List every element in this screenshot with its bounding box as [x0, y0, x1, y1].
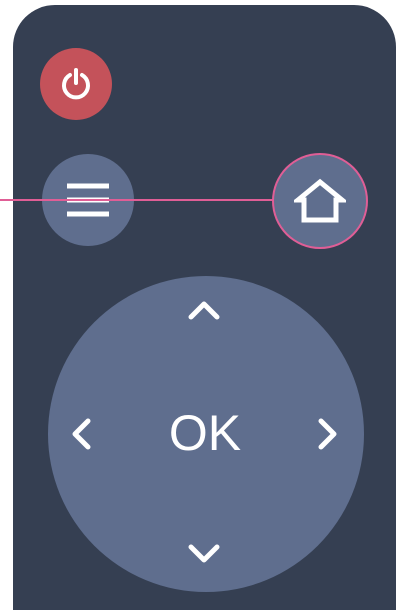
chevron-down-icon	[187, 543, 221, 565]
home-button[interactable]	[274, 155, 366, 247]
remote-control-illustration: OK	[0, 0, 396, 610]
home-callout-line	[0, 199, 276, 201]
right-button[interactable]	[302, 408, 354, 460]
ok-button[interactable]: OK	[158, 393, 252, 473]
power-icon	[59, 67, 93, 101]
home-icon	[294, 178, 346, 224]
chevron-up-icon	[187, 299, 221, 321]
chevron-right-icon	[317, 417, 339, 451]
ok-label: OK	[168, 405, 242, 461]
chevron-left-icon	[70, 417, 92, 451]
left-button[interactable]	[55, 408, 107, 460]
power-button[interactable]	[40, 48, 112, 120]
down-button[interactable]	[178, 528, 230, 580]
up-button[interactable]	[178, 284, 230, 336]
